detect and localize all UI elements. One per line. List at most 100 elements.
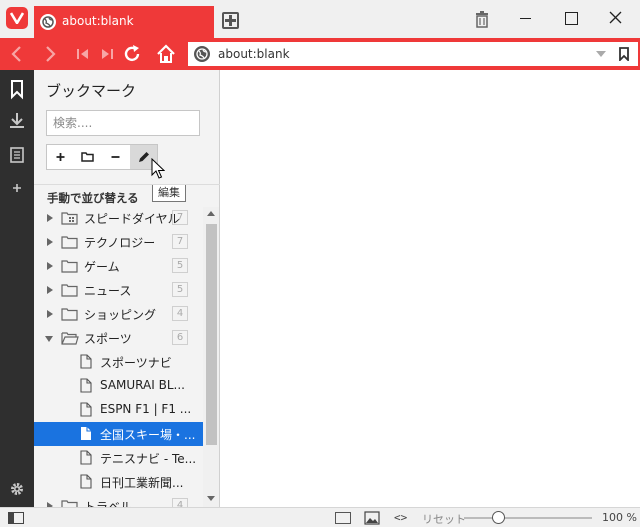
- vivaldi-menu-button[interactable]: [6, 7, 28, 29]
- bookmark-count-badge: 4: [172, 498, 188, 507]
- delete-button[interactable]: [102, 145, 129, 169]
- scroll-down-arrow-icon[interactable]: [207, 496, 215, 501]
- bookmark-count-badge: 7: [172, 210, 188, 225]
- bookmark-item[interactable]: テニスナビ - Te...: [34, 446, 203, 470]
- expand-arrow-icon[interactable]: [47, 238, 53, 246]
- bookmark-item[interactable]: スポーツナビ: [34, 350, 203, 374]
- bookmark-count-badge: 7: [172, 234, 188, 249]
- bookmark-icon[interactable]: [618, 47, 630, 61]
- scrollbar-thumb[interactable]: [206, 224, 217, 445]
- bookmark-item-selected[interactable]: 全国スキー場・...: [34, 422, 203, 446]
- globe-icon: [40, 14, 56, 30]
- bookmark-count-badge: 4: [172, 306, 188, 321]
- bookmark-label: テクノロジー: [84, 236, 156, 250]
- bookmark-folder[interactable]: ニュース 5: [34, 278, 203, 302]
- expand-arrow-icon[interactable]: [47, 310, 53, 318]
- forward-button[interactable]: [39, 43, 61, 65]
- mouse-cursor-icon: [151, 158, 165, 179]
- bookmarks-panel-button[interactable]: [6, 78, 28, 100]
- bookmark-label: スポーツナビ: [100, 356, 172, 370]
- plus-icon: [13, 184, 21, 192]
- collapse-arrow-icon[interactable]: [45, 336, 53, 342]
- scroll-up-arrow-icon[interactable]: [207, 211, 215, 216]
- bookmark-folder[interactable]: スポーツ 6: [34, 326, 203, 350]
- reload-icon: [124, 45, 140, 62]
- page-actions-icon[interactable]: <>: [394, 511, 407, 524]
- rewind-button[interactable]: [72, 43, 94, 65]
- image-toggle-icon[interactable]: [364, 511, 380, 525]
- url-field[interactable]: about:blank: [188, 42, 638, 66]
- notes-icon: [10, 147, 24, 163]
- minimize-button[interactable]: [516, 8, 536, 28]
- page-icon: [80, 474, 92, 489]
- page-icon: [80, 378, 92, 393]
- zoom-level: 100 %: [602, 511, 637, 524]
- bookmark-label: ゲーム: [84, 260, 120, 274]
- bookmark-item[interactable]: SAMURAI BL...: [34, 374, 203, 398]
- reload-button[interactable]: [121, 43, 143, 65]
- bookmark-label: トラベル: [84, 500, 133, 507]
- bookmark-label: 全国スキー場・...: [100, 428, 196, 442]
- tiling-icon[interactable]: [335, 512, 351, 524]
- add-web-panel-button[interactable]: [6, 177, 28, 199]
- maximize-button[interactable]: [561, 8, 581, 28]
- add-bookmark-button[interactable]: [47, 145, 74, 169]
- bookmark-toolbar: [46, 144, 158, 170]
- new-folder-button[interactable]: [74, 145, 101, 169]
- minus-icon: [111, 156, 120, 158]
- close-icon: [609, 11, 622, 24]
- expand-arrow-icon[interactable]: [47, 214, 53, 222]
- bookmark-item[interactable]: 日刊工業新聞...: [34, 470, 203, 494]
- settings-button[interactable]: [6, 478, 28, 500]
- title-bar: about:blank: [0, 0, 640, 38]
- bookmark-folder[interactable]: トラベル 4: [34, 494, 203, 507]
- bookmark-label: SAMURAI BL...: [100, 378, 185, 392]
- fast-forward-button[interactable]: [96, 43, 118, 65]
- bookmark-label: ショッピング: [84, 308, 157, 322]
- folder-icon: [61, 260, 78, 273]
- home-icon: [157, 44, 175, 63]
- panel-toggle-icon[interactable]: [8, 512, 24, 524]
- expand-arrow-icon[interactable]: [47, 286, 53, 294]
- bookmark-folder[interactable]: ショッピング 4: [34, 302, 203, 326]
- downloads-panel-button[interactable]: [6, 110, 28, 132]
- zoom-slider[interactable]: [464, 517, 592, 519]
- zoom-slider-knob[interactable]: [492, 511, 506, 524]
- folder-icon: [81, 152, 94, 162]
- search-input[interactable]: [46, 110, 200, 136]
- bookmark-folder[interactable]: スピードダイヤル 7: [34, 206, 203, 230]
- bookmark-item[interactable]: ESPN F1 | F1 ...: [34, 398, 203, 422]
- history-dropdown-icon[interactable]: [596, 51, 606, 57]
- open-folder-icon: [61, 332, 79, 345]
- site-info-icon[interactable]: [194, 46, 210, 62]
- bookmark-folder[interactable]: テクノロジー 7: [34, 230, 203, 254]
- bookmark-folder[interactable]: ゲーム 5: [34, 254, 203, 278]
- close-window-button[interactable]: [606, 8, 626, 28]
- status-bar: <> リセット 100 %: [0, 507, 640, 527]
- page-icon: [80, 402, 92, 417]
- new-tab-button[interactable]: [222, 12, 239, 29]
- gear-icon: [11, 483, 23, 495]
- tab-about-blank[interactable]: about:blank: [34, 6, 214, 38]
- tab-title: about:blank: [62, 14, 134, 28]
- trash-icon[interactable]: [475, 11, 489, 28]
- address-bar: about:blank: [0, 38, 640, 70]
- url-text[interactable]: about:blank: [218, 47, 290, 61]
- bookmark-icon: [11, 80, 23, 100]
- speed-dial-folder-icon: [61, 212, 78, 225]
- folder-icon: [61, 236, 78, 249]
- folder-icon: [61, 308, 78, 321]
- home-button[interactable]: [155, 43, 177, 65]
- bookmark-count-badge: 5: [172, 258, 188, 273]
- panel-title: ブックマーク: [46, 82, 137, 100]
- expand-arrow-icon[interactable]: [47, 262, 53, 270]
- folder-icon: [61, 500, 78, 507]
- rewind-icon: [77, 49, 88, 59]
- back-arrow-icon: [11, 46, 21, 62]
- notes-panel-button[interactable]: [6, 144, 28, 166]
- bookmark-label: テニスナビ - Te...: [100, 452, 197, 466]
- sort-header[interactable]: 手動で並び替える: [34, 184, 220, 206]
- zoom-reset-button[interactable]: リセット: [422, 511, 466, 527]
- tree-scrollbar[interactable]: [203, 207, 219, 507]
- back-button[interactable]: [6, 43, 28, 65]
